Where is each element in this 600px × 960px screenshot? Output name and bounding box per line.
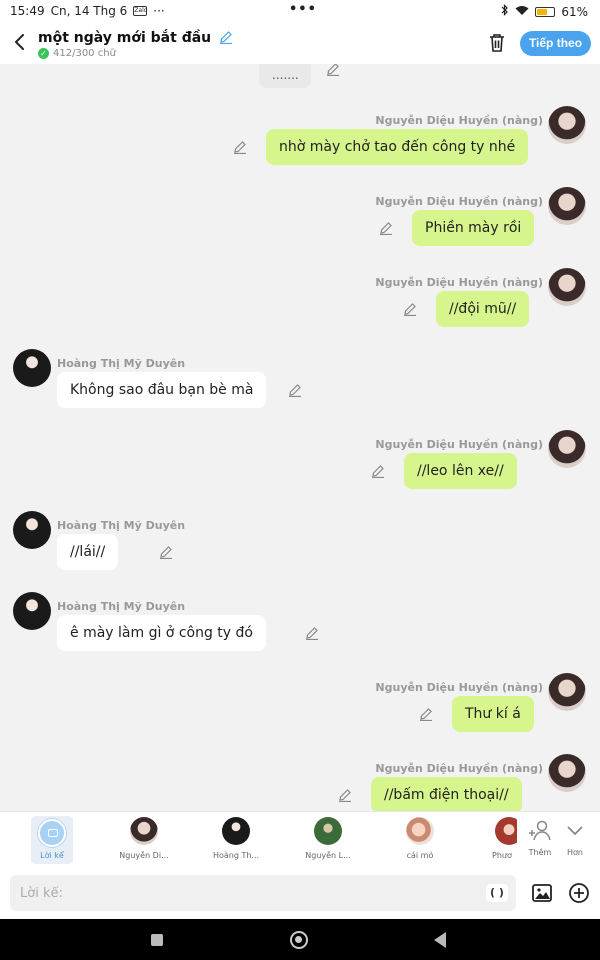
- recents-icon[interactable]: [151, 934, 163, 946]
- chevron-down-icon: [567, 826, 583, 836]
- bluetooth-icon: [501, 4, 509, 19]
- message-bubble[interactable]: //lái//: [57, 534, 119, 570]
- avatar: [314, 817, 342, 845]
- status-right: 61%: [501, 4, 588, 19]
- character-label: Nguyễn L...: [305, 851, 351, 860]
- more-button[interactable]: Hơn: [560, 818, 590, 857]
- character-item[interactable]: cái mỏ: [385, 817, 455, 860]
- sender-name: Nguyễn Diệu Huyền (nàng): [375, 762, 543, 775]
- character-item[interactable]: Nguyễn L...: [293, 817, 363, 860]
- message-bubble[interactable]: Thư kí á: [452, 696, 534, 732]
- back-arrow-icon[interactable]: [12, 32, 28, 52]
- message-bubble[interactable]: Phiền mày rồi: [412, 210, 535, 246]
- avatar[interactable]: [548, 430, 586, 468]
- input-bar: ( ): [0, 867, 600, 919]
- battery-icon: [535, 6, 556, 17]
- status-bar: 15:49 Cn, 14 Thg 6 Zalo ··· ••• 61%: [0, 0, 600, 24]
- action-paren-button[interactable]: ( ): [486, 884, 508, 902]
- nav-back-icon[interactable]: [434, 932, 446, 948]
- avatar[interactable]: [13, 349, 51, 387]
- avatar: [406, 817, 434, 845]
- sender-name: Nguyễn Diệu Huyền (nàng): [375, 195, 543, 208]
- character-item[interactable]: Nguyễn Di...: [109, 817, 179, 860]
- sender-name: Nguyễn Diệu Huyền (nàng): [375, 681, 543, 694]
- narrator-icon: [38, 819, 66, 847]
- edit-message-icon[interactable]: [419, 707, 433, 721]
- word-count: ✓ 412/300 chữ: [38, 48, 233, 59]
- character-label: Phươ: [492, 851, 512, 860]
- sender-name: Hoàng Thị Mỹ Duyên: [57, 600, 186, 613]
- character-label: Nguyễn Di...: [119, 851, 169, 860]
- edit-message-icon[interactable]: [305, 626, 319, 640]
- word-count-label: 412/300 chữ: [53, 48, 116, 59]
- edit-message-icon[interactable]: [403, 302, 417, 316]
- message-bubble[interactable]: ê mày làm gì ở công ty đó: [57, 615, 266, 651]
- narrator-button[interactable]: Lời kể: [31, 816, 73, 864]
- more-label: Hơn: [567, 848, 583, 857]
- next-button[interactable]: Tiếp theo: [520, 31, 591, 56]
- avatar[interactable]: [13, 511, 51, 549]
- battery-percent: 61%: [561, 4, 588, 19]
- sender-name: Hoàng Thị Mỹ Duyên: [57, 519, 186, 532]
- edit-message-icon[interactable]: [338, 788, 352, 802]
- edit-title-icon[interactable]: [219, 30, 233, 44]
- edit-message-icon[interactable]: [159, 545, 173, 559]
- edit-message-icon[interactable]: [326, 64, 340, 76]
- window-dots-icon[interactable]: •••: [289, 2, 317, 17]
- avatar[interactable]: [548, 754, 586, 792]
- sender-name: Nguyễn Diệu Huyền (nàng): [375, 114, 543, 127]
- system-nav-bar: [0, 919, 600, 960]
- sender-name: Hoàng Thị Mỹ Duyên: [57, 357, 186, 370]
- page-title: một ngày mới bắt đầu: [38, 30, 212, 46]
- avatar[interactable]: [13, 592, 51, 630]
- edit-message-icon[interactable]: [288, 383, 302, 397]
- header: một ngày mới bắt đầu ✓ 412/300 chữ Tiếp …: [0, 24, 600, 64]
- avatar[interactable]: [548, 268, 586, 306]
- title-block: một ngày mới bắt đầu ✓ 412/300 chữ: [38, 27, 233, 59]
- sender-name: Nguyễn Diệu Huyền (nàng): [375, 276, 543, 289]
- plus-icon[interactable]: [568, 882, 590, 904]
- avatar[interactable]: [548, 106, 586, 144]
- zalo-app-icon: Zalo: [133, 6, 148, 16]
- avatar[interactable]: [548, 673, 586, 711]
- message-bubble[interactable]: nhờ mày chở tao đến công ty nhé: [266, 129, 529, 165]
- wifi-icon: [515, 5, 529, 19]
- avatar: [495, 817, 517, 845]
- character-bar: Lời kể Nguyễn Di... Hoàng Th... Nguyễn L…: [0, 811, 600, 867]
- add-label: Thêm: [528, 848, 552, 857]
- check-icon: ✓: [38, 48, 49, 59]
- status-time: 15:49: [10, 4, 45, 18]
- sender-name: Nguyễn Diệu Huyền (nàng): [375, 438, 543, 451]
- message-bubble[interactable]: //đội mũ//: [436, 291, 530, 327]
- edit-message-icon[interactable]: [379, 221, 393, 235]
- character-item[interactable]: Hoàng Th...: [201, 817, 271, 860]
- message-bubble[interactable]: Không sao đâu bạn bè mà: [57, 372, 267, 408]
- character-label: Hoàng Th...: [212, 851, 260, 860]
- partial-message-bubble[interactable]: .......: [259, 64, 311, 88]
- status-date: Cn, 14 Thg 6: [50, 4, 128, 18]
- character-item[interactable]: Phươ: [477, 817, 517, 860]
- avatar[interactable]: [548, 187, 586, 225]
- add-character-button[interactable]: Thêm: [525, 818, 555, 857]
- avatar: [222, 817, 250, 845]
- trash-icon[interactable]: [488, 33, 506, 53]
- status-left: 15:49 Cn, 14 Thg 6 Zalo ···: [10, 4, 165, 18]
- avatar: [130, 817, 158, 845]
- edit-message-icon[interactable]: [233, 140, 247, 154]
- narrator-label: Lời kể: [40, 851, 64, 860]
- edit-message-icon[interactable]: [371, 464, 385, 478]
- character-label: cái mỏ: [406, 851, 434, 860]
- more-notifications-icon: ···: [153, 4, 165, 18]
- image-icon[interactable]: [531, 882, 553, 904]
- message-bubble[interactable]: //bấm điện thoại//: [371, 777, 522, 811]
- home-icon[interactable]: [290, 931, 308, 949]
- message-input[interactable]: [10, 875, 516, 911]
- chat-area[interactable]: ....... Nguyễn Diệu Huyền (nàng) nhờ mày …: [0, 64, 600, 811]
- add-person-icon: [529, 820, 551, 841]
- message-bubble[interactable]: //leo lên xe//: [404, 453, 517, 489]
